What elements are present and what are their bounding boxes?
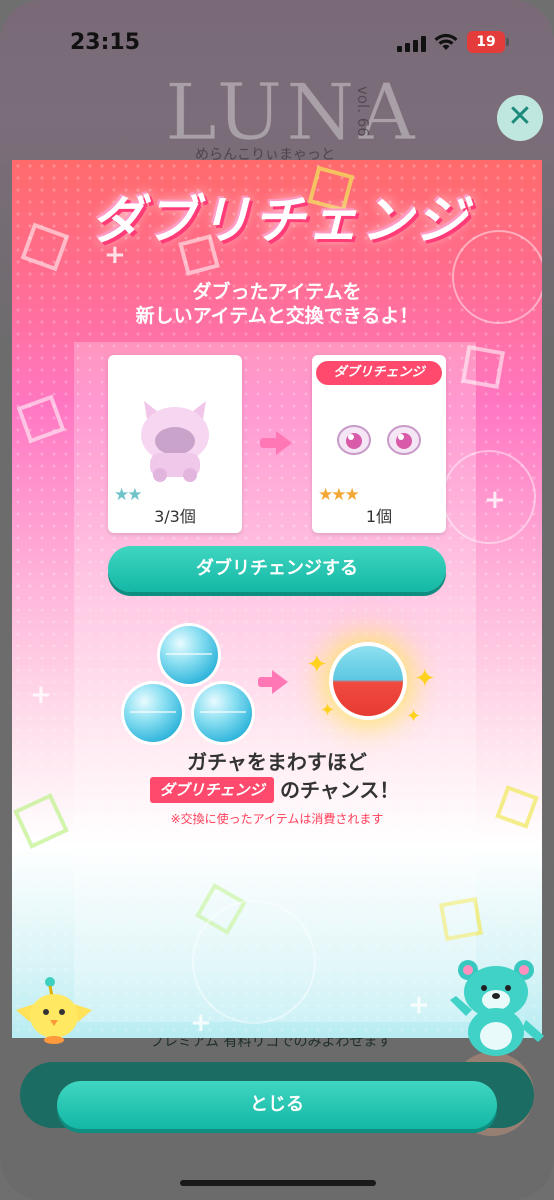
modal-title: ダブリチェンジ [90,191,469,251]
battery-indicator: 19 [467,31,505,53]
signal-icon [397,36,429,52]
modal-description: ダブったアイテムを 新しいアイテムと交換できるよ！ [60,280,494,328]
sparkle-eyes-image [337,425,421,455]
capsule-ball [124,684,182,742]
arrow-right-icon [258,670,288,694]
phone-frame: 23:15 19 LUNA vol. 66 めらんこりぃまゃっと ✕ プレミアム… [0,0,554,1200]
sparkle-icon: ✦ [414,664,436,694]
home-indicator[interactable] [180,1180,376,1186]
screen: 23:15 19 LUNA vol. 66 めらんこりぃまゃっと ✕ プレミアム… [0,0,554,1200]
battery-nub [506,38,509,46]
deco-plus: + [30,680,52,710]
capsule-ball [194,684,252,742]
cat-hood-costume-image [141,401,209,482]
background-volume: vol. 66 [354,86,372,137]
rarity-stars: ★★★ [318,485,360,505]
chick-mascot-image [16,977,92,1044]
sparkle-icon: ✦ [406,706,422,727]
capsule-ball [160,626,218,684]
dupe-change-badge: ダブリチェンジ [316,361,442,385]
bear-mascot-image [450,960,544,1056]
close-icon[interactable]: ✕ [497,95,543,141]
status-time: 23:15 [70,30,141,55]
reward-count: 1個 [365,507,393,526]
close-button[interactable]: とじる [57,1081,497,1129]
dupe-change-badge: ダブリチェンジ [150,777,274,803]
arrow-right-icon [260,431,292,455]
chance-suffix: のチャンス！ [280,778,400,802]
description-line-1: ダブったアイテムを [192,281,362,303]
consumption-note: ※交換に使ったアイテムは消費されます [170,812,384,826]
wifi-icon [434,33,458,50]
owned-count: 3/3個 [154,507,196,526]
description-line-2: 新しいアイテムと交換できるよ！ [135,305,419,327]
chance-text-line-2: ダブリチェンジ のチャンス！ [150,777,410,803]
deco-plus: + [484,485,506,515]
sparkle-icon: ✦ [320,700,336,721]
owned-item-card: ★★ 3/3個 [108,355,242,533]
new-item-card: ダブリチェンジ ★★★ 1個 [312,355,446,533]
dupe-change-button[interactable]: ダブリチェンジする [108,546,446,592]
sparkle-icon: ✦ [306,650,328,680]
rare-capsule-ball [333,646,403,716]
rarity-stars: ★★ [114,485,143,505]
chance-text-line-1: ガチャをまわすほど [187,750,367,774]
